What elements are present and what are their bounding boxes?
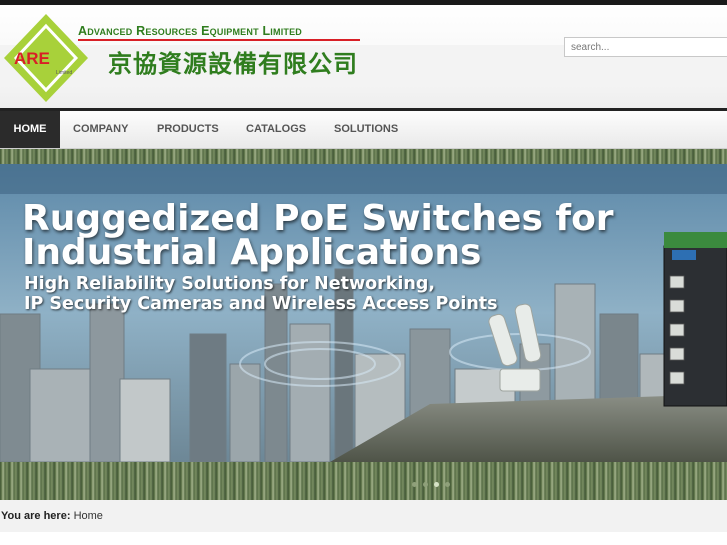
search-input[interactable] [564, 37, 727, 57]
hero-title-line2: Industrial Applications [22, 232, 482, 273]
logo-subtext: Limited [56, 70, 72, 76]
logo-text: ARE [14, 49, 50, 68]
breadcrumb: You are here: Home [0, 500, 727, 532]
hero-title-line1: Ruggedized PoE Switches for [22, 198, 614, 239]
hero-subtitle: High Reliability Solutions for Networkin… [24, 274, 498, 314]
slider-frame-bottom [0, 462, 727, 500]
nav-item-company[interactable]: COMPANY [73, 111, 128, 148]
nav-item-catalogs[interactable]: CATALOGS [246, 111, 306, 148]
slider-dot-4[interactable] [445, 482, 450, 487]
hero-subtitle-line2: IP Security Cameras and Wireless Access … [24, 294, 498, 314]
nav-item-solutions[interactable]: SOLUTIONS [334, 111, 398, 148]
company-name-chinese: 京協資源設備有限公司 [108, 51, 358, 78]
company-name-english: Advanced Resources Equipment Limited [78, 24, 302, 38]
main-nav: HOME COMPANY PRODUCTS CATALOGS SOLUTIONS [0, 111, 727, 149]
slider-dot-1[interactable] [412, 482, 417, 487]
slider-pagination [412, 474, 456, 487]
hero-title: Ruggedized PoE Switches for Industrial A… [22, 198, 614, 273]
header-divider [78, 39, 360, 41]
breadcrumb-current: Home [73, 510, 103, 522]
hero-subtitle-line1: High Reliability Solutions for Networkin… [24, 274, 436, 294]
breadcrumb-prefix: You are here: [1, 510, 71, 522]
poe-switch-image [663, 232, 727, 407]
slider-frame-top [0, 149, 727, 164]
slider-dot-3[interactable] [434, 482, 439, 487]
nav-item-products[interactable]: PRODUCTS [157, 111, 219, 148]
nav-item-home[interactable]: HOME [0, 111, 60, 148]
slider-dot-2[interactable] [423, 482, 428, 487]
hero-slider[interactable]: Ruggedized PoE Switches for Industrial A… [0, 164, 727, 462]
